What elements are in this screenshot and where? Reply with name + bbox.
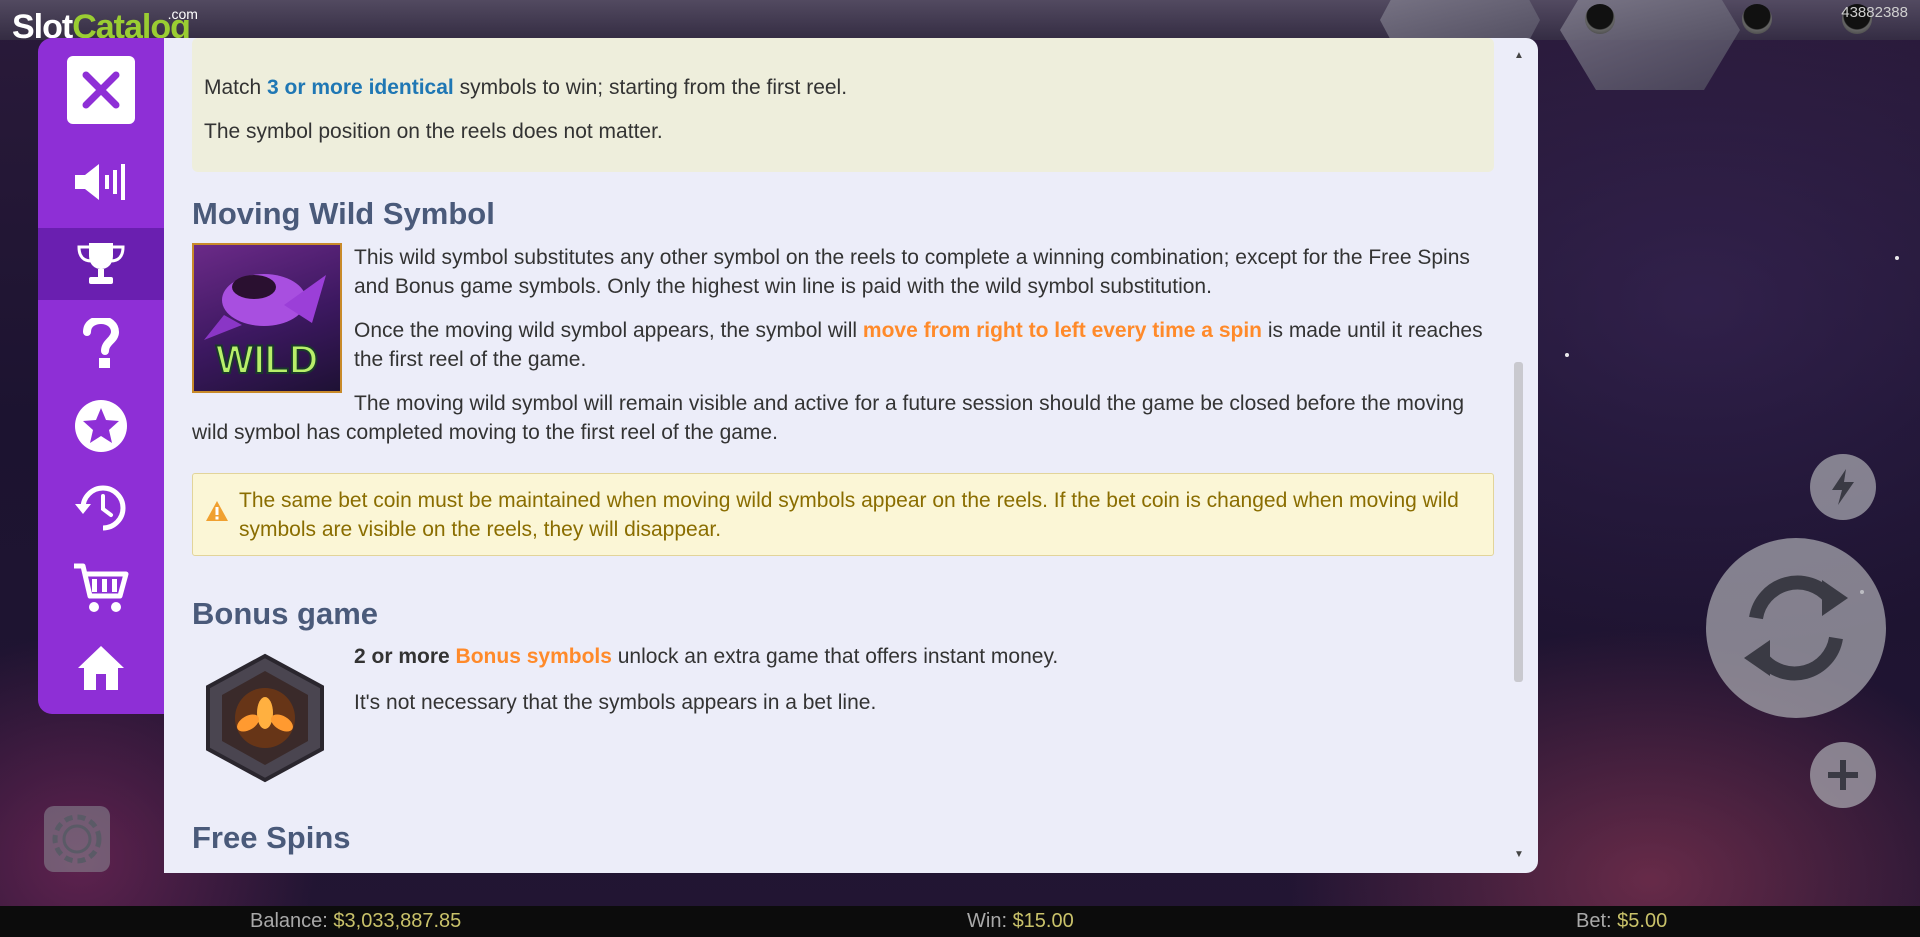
spin-icon xyxy=(1744,575,1848,681)
paytable-button[interactable] xyxy=(38,228,164,300)
bonus-symbol-image xyxy=(202,653,328,783)
session-id: 43882388 xyxy=(1841,4,1908,21)
status-bar: Balance: $3,033,887.85 Win: $15.00 Bet: … xyxy=(0,906,1920,937)
warning-box: The same bet coin must be maintained whe… xyxy=(192,473,1494,556)
help-content[interactable]: Match 3 or more identical symbols to win… xyxy=(192,38,1494,873)
rules-line-1-text: Match xyxy=(204,76,268,99)
bet-value: $5.00 xyxy=(1617,910,1668,932)
free-spins-heading: Free Spins xyxy=(192,820,351,855)
background-star xyxy=(1895,256,1899,260)
bonus-game-heading: Bonus game xyxy=(192,596,379,631)
wild-label: WILD xyxy=(216,338,318,382)
scroll-up-arrow-icon[interactable]: ▲ xyxy=(1514,50,1524,61)
side-menu xyxy=(38,38,164,714)
help-button[interactable] xyxy=(38,308,164,380)
home-button[interactable] xyxy=(38,632,164,704)
bonus-paragraph-2: It's not necessary that the symbols appe… xyxy=(354,691,877,714)
background-porthole xyxy=(1585,4,1615,34)
home-icon xyxy=(78,646,124,690)
close-icon xyxy=(82,71,120,109)
bonus-symbol-icon xyxy=(206,653,324,783)
scroll-down-arrow-icon[interactable]: ▼ xyxy=(1514,849,1524,860)
favorites-button[interactable] xyxy=(38,390,164,462)
spin-button[interactable] xyxy=(1706,538,1886,718)
background-star xyxy=(1565,353,1569,357)
wild-symbol-image: WILD xyxy=(192,243,342,393)
balance-display: Balance: $3,033,887.85 xyxy=(250,910,461,933)
help-panel: Match 3 or more identical symbols to win… xyxy=(164,38,1538,873)
bonus-paragraph-1: 2 or more Bonus symbols unlock an extra … xyxy=(354,642,1484,671)
bet-plus-button[interactable] xyxy=(1810,742,1876,808)
moving-wild-paragraph-2: Once the moving wild symbol appears, the… xyxy=(354,316,1484,374)
rules-line-1-text-end: symbols to win; starting from the first … xyxy=(453,76,848,99)
balance-label: Balance: xyxy=(250,910,334,932)
scroll-thumb[interactable] xyxy=(1514,362,1523,682)
win-label: Win: xyxy=(967,910,1013,932)
bonus-p1-text-end: unlock an extra game that offers instant… xyxy=(611,645,1059,668)
rules-line-1-highlight: 3 or more identical xyxy=(267,76,454,99)
turbo-button[interactable] xyxy=(1810,454,1876,520)
history-icon xyxy=(75,485,126,531)
rules-box: Match 3 or more identical symbols to win… xyxy=(192,38,1494,172)
close-button[interactable] xyxy=(67,56,135,124)
speaker-icon xyxy=(75,164,125,200)
lightning-icon xyxy=(1832,469,1854,505)
history-button[interactable] xyxy=(38,472,164,544)
rules-line-1: Match 3 or more identical symbols to win… xyxy=(204,76,847,100)
bonus-p1-bold: 2 or more xyxy=(354,645,456,668)
moving-wild-heading: Moving Wild Symbol xyxy=(192,196,495,231)
scrollbar[interactable]: ▲ ▼ xyxy=(1512,50,1524,860)
sound-button[interactable] xyxy=(38,146,164,218)
bonus-p1-highlight: Bonus symbols xyxy=(455,645,612,668)
win-value: $15.00 xyxy=(1012,910,1074,932)
chip-icon xyxy=(52,814,102,864)
background-porthole xyxy=(1742,4,1772,34)
bet-display: Bet: $5.00 xyxy=(1576,910,1667,933)
settings-button[interactable] xyxy=(44,806,110,872)
question-icon xyxy=(83,318,120,368)
moving-wild-paragraph-1: This wild symbol substitutes any other s… xyxy=(354,246,1470,298)
cart-icon xyxy=(74,563,129,612)
moving-wild-p2-text: Once the moving wild symbol appears, the… xyxy=(354,319,863,342)
shop-button[interactable] xyxy=(38,552,164,624)
balance-value: $3,033,887.85 xyxy=(333,910,462,932)
wild-spaceship-icon: WILD xyxy=(204,274,326,383)
plus-icon xyxy=(1828,760,1858,790)
star-icon xyxy=(75,400,127,452)
moving-wild-paragraph-3: The moving wild symbol will remain visib… xyxy=(192,392,1465,444)
moving-wild-p2-highlight: move from right to left every time a spi… xyxy=(862,319,1262,342)
warning-text: The same bet coin must be maintained whe… xyxy=(239,489,1459,541)
rules-line-2: The symbol position on the reels does no… xyxy=(204,120,663,143)
warning-icon xyxy=(206,501,228,521)
watermark-suffix: .com xyxy=(167,6,198,22)
win-display: Win: $15.00 xyxy=(967,910,1074,933)
trophy-icon xyxy=(77,243,125,284)
bet-label: Bet: xyxy=(1576,910,1618,932)
